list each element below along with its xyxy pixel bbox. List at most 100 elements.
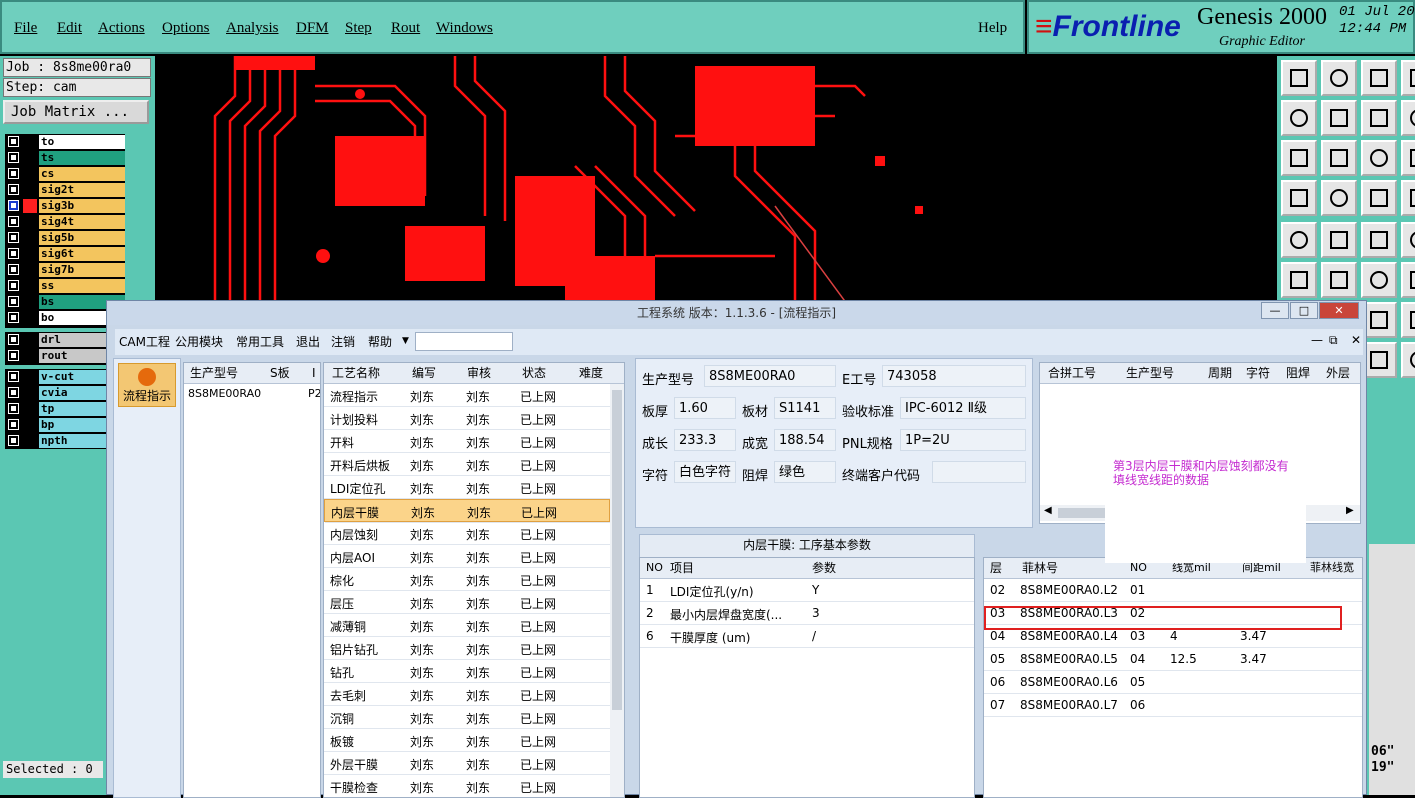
move-left-icon[interactable] (1281, 100, 1317, 136)
zoom-out-icon[interactable] (1401, 140, 1415, 176)
layer-affected-swatch[interactable] (23, 135, 37, 149)
layer-affected-swatch[interactable] (23, 386, 37, 400)
layer-checkbox[interactable] (8, 312, 19, 323)
layer-name[interactable]: ss (39, 279, 125, 293)
layer-affected-swatch[interactable] (23, 183, 37, 197)
layer-affected-swatch[interactable] (23, 247, 37, 261)
close-button[interactable]: ✕ (1319, 302, 1359, 319)
layer-checkbox[interactable] (8, 419, 19, 430)
width-field[interactable]: 188.54 (774, 429, 836, 451)
rotate-icon[interactable] (1361, 262, 1397, 298)
menu-help[interactable]: Help (978, 20, 1007, 37)
snap-icon[interactable] (1401, 180, 1415, 216)
table-row[interactable]: 1 LDI定位孔(y/n) Y (640, 579, 974, 602)
table-row[interactable]: 铝片钻孔 刘东 刘东 已上网 (324, 637, 610, 660)
table-row[interactable]: 8S8ME00RA0 P2 (184, 384, 320, 404)
layer-row-sig2t[interactable]: sig2t (5, 182, 125, 198)
menu-dfm[interactable]: DFM (296, 20, 329, 37)
layer-row-ts[interactable]: ts (5, 150, 125, 166)
scrollbar-thumb[interactable] (612, 390, 622, 710)
layer-name[interactable]: cs (39, 167, 125, 181)
table-row[interactable]: 6 干膜厚度 (um) / (640, 625, 974, 648)
table-row[interactable]: 计划投料 刘东 刘东 已上网 (324, 407, 610, 430)
layer-checkbox[interactable] (8, 350, 19, 361)
edit-icon[interactable] (1321, 222, 1357, 258)
layer-affected-swatch[interactable] (23, 402, 37, 416)
table-row[interactable]: LDI定位孔 刘东 刘东 已上网 (324, 476, 610, 499)
layer-affected-swatch[interactable] (23, 333, 37, 347)
layer-affected-swatch[interactable] (23, 434, 37, 448)
table-row[interactable]: 流程指示 刘东 刘东 已上网 (324, 384, 610, 407)
layer-checkbox[interactable] (8, 435, 19, 446)
menu-step[interactable]: Step (345, 20, 372, 37)
table-row[interactable]: 开料 刘东 刘东 已上网 (324, 430, 610, 453)
menu-options[interactable]: Options (162, 20, 210, 37)
layer-name[interactable]: ts (39, 151, 125, 165)
layer-checkbox[interactable] (8, 280, 19, 291)
table-row[interactable]: 07 8S8ME00RA0.L7 06 (984, 694, 1362, 717)
redo-icon[interactable] (1401, 100, 1415, 136)
move-down-icon[interactable] (1321, 60, 1357, 96)
layer-checkbox[interactable] (8, 152, 19, 163)
table-row[interactable]: 沉铜 刘东 刘东 已上网 (324, 706, 610, 729)
layer-name[interactable]: to (39, 135, 125, 149)
layer-affected-swatch[interactable] (23, 199, 37, 213)
table-row[interactable]: 外层干膜 刘东 刘东 已上网 (324, 752, 610, 775)
shape-icon[interactable] (1401, 262, 1415, 298)
layer-checkbox[interactable] (8, 296, 19, 307)
layer-name[interactable]: sig2t (39, 183, 125, 197)
scroll-right-icon[interactable]: ▶ (1346, 505, 1354, 516)
table-row[interactable]: 02 8S8ME00RA0.L2 01 (984, 579, 1362, 602)
grid-icon[interactable] (1401, 222, 1415, 258)
layer-affected-swatch[interactable] (23, 151, 37, 165)
maximize-button[interactable]: □ (1290, 302, 1318, 319)
prod-model-field[interactable]: 8S8ME00RA0 (704, 365, 836, 387)
box-icon[interactable] (1401, 302, 1415, 338)
layer-checkbox[interactable] (8, 248, 19, 259)
layer-checkbox[interactable] (8, 334, 19, 345)
customer-code-field[interactable] (932, 461, 1026, 483)
job-matrix-button[interactable]: Job Matrix ... (3, 100, 149, 124)
table-row[interactable]: 钻孔 刘东 刘东 已上网 (324, 660, 610, 683)
layer-checkbox[interactable] (8, 216, 19, 227)
layer-name[interactable]: sig6t (39, 247, 125, 261)
menu-exit[interactable]: 退出 (296, 333, 320, 350)
material-field[interactable]: S1141 (774, 397, 836, 419)
layer-row-sig7b[interactable]: sig7b (5, 262, 125, 278)
layer-name[interactable]: sig7b (39, 263, 125, 277)
cross-icon[interactable] (1321, 262, 1357, 298)
standard-field[interactable]: IPC-6012 Ⅱ级 (900, 397, 1026, 419)
layer-checkbox[interactable] (8, 232, 19, 243)
connect-icon[interactable] (1281, 262, 1317, 298)
menu-cam[interactable]: CAM工程 (119, 333, 170, 350)
table-row[interactable]: 05 8S8ME00RA0.L5 04 12.5 3.47 (984, 648, 1362, 671)
scroll-left-icon[interactable]: ◀ (1044, 505, 1052, 516)
table-row[interactable]: 内层干膜 刘东 刘东 已上网 (324, 499, 611, 523)
layer-checkbox[interactable] (8, 403, 19, 414)
menu-rout[interactable]: Rout (391, 20, 420, 37)
table-row[interactable]: 开料后烘板 刘东 刘东 已上网 (324, 453, 610, 476)
layer-row-sig4t[interactable]: sig4t (5, 214, 125, 230)
pin-icon[interactable] (1321, 180, 1357, 216)
layer-affected-swatch[interactable] (23, 311, 37, 325)
layer-checkbox[interactable] (8, 136, 19, 147)
delete-icon[interactable] (1401, 342, 1415, 378)
table-row[interactable]: 06 8S8ME00RA0.L6 05 (984, 671, 1362, 694)
menu-common-module[interactable]: 公用模块 (175, 333, 223, 350)
table-row[interactable]: 减薄铜 刘东 刘东 已上网 (324, 614, 610, 637)
layers-icon[interactable] (1361, 180, 1397, 216)
layer-affected-swatch[interactable] (23, 167, 37, 181)
e-no-field[interactable]: 743058 (882, 365, 1026, 387)
layer-affected-swatch[interactable] (23, 349, 37, 363)
table-row[interactable]: 2 最小内层焊盘宽度(... 3 (640, 602, 974, 625)
table-row[interactable]: 内层AOI 刘东 刘东 已上网 (324, 545, 610, 568)
measure-icon[interactable] (1281, 180, 1317, 216)
layer-affected-swatch[interactable] (23, 370, 37, 384)
menu-windows[interactable]: Windows (436, 20, 493, 37)
layer-affected-swatch[interactable] (23, 263, 37, 277)
pcb-graphic-canvas[interactable] (155, 56, 1277, 300)
layer-checkbox[interactable] (8, 264, 19, 275)
layer-row-sig6t[interactable]: sig6t (5, 246, 125, 262)
scale-icon[interactable] (1361, 140, 1397, 176)
minimize-button[interactable]: — (1261, 302, 1289, 319)
